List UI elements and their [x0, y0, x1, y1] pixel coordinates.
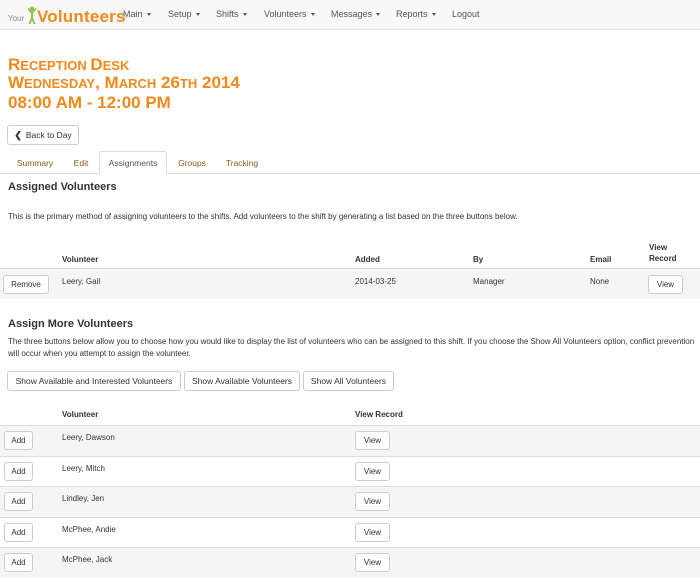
nav-messages[interactable]: Messages: [331, 9, 381, 19]
nav-setup[interactable]: Setup: [168, 9, 200, 19]
date-year: 2014: [197, 73, 240, 92]
table-row: Remove Leery, Gail 2014-03-25 Manager No…: [0, 269, 700, 299]
volunteer-name: Lindley, Jen: [62, 494, 105, 503]
add-button[interactable]: Add: [4, 431, 33, 450]
assign-more-heading: Assign More Volunteers: [8, 318, 134, 330]
volunteer-name: Leery, Mitch: [62, 464, 105, 473]
brand-name: Volunteers: [37, 7, 126, 26]
add-button[interactable]: Add: [4, 462, 33, 481]
nav-reports-label: Reports: [396, 9, 428, 19]
chevron-down-icon: [431, 13, 436, 17]
nav-main[interactable]: Main: [123, 9, 151, 19]
view-record-button[interactable]: View: [355, 492, 390, 511]
volunteer-name: Leery, Dawson: [62, 433, 115, 442]
view-record-button[interactable]: View: [355, 431, 390, 450]
chevron-down-icon: [195, 13, 200, 17]
view-record-button[interactable]: View: [355, 523, 390, 542]
page-title: RECEPTION DESK: [8, 55, 129, 75]
assigned-volunteer-name: Leery, Gail: [62, 277, 101, 286]
nav-volunteers-label: Volunteers: [264, 9, 307, 19]
back-button-label: Back to Day: [25, 130, 72, 140]
remove-button[interactable]: Remove: [3, 275, 49, 294]
table-row: Add Leery, Mitch View: [0, 457, 700, 486]
tab-assignments[interactable]: Assignments: [99, 151, 167, 174]
chevron-left-icon: ❮: [14, 129, 22, 140]
chevron-down-icon: [376, 13, 381, 17]
back-to-day-button[interactable]: ❮ Back to Day: [7, 125, 79, 145]
nav-main-label: Main: [123, 9, 143, 19]
date-month-initial: M: [104, 73, 119, 92]
volunteer-name: McPhee, Andie: [62, 525, 116, 534]
date-suffix: TH: [179, 76, 198, 91]
column-header-volunteer: Volunteer: [62, 410, 99, 419]
title-rest: ECEPTION: [20, 58, 91, 73]
show-available-button[interactable]: Show Available Volunteers: [184, 371, 300, 391]
nav-messages-label: Messages: [331, 9, 373, 19]
chevron-down-icon: [242, 13, 247, 17]
top-navbar: Your Volunteers Main Setup Shifts Volunt…: [0, 0, 700, 30]
tab-summary[interactable]: Summary: [9, 151, 61, 174]
volunteer-figure-icon: [27, 6, 37, 24]
add-button[interactable]: Add: [4, 523, 33, 542]
tab-edit[interactable]: Edit: [63, 151, 99, 174]
add-button[interactable]: Add: [4, 492, 33, 511]
tab-groups[interactable]: Groups: [168, 151, 216, 174]
chevron-down-icon: [310, 13, 315, 17]
show-available-interested-button[interactable]: Show Available and Interested Volunteers: [7, 371, 181, 391]
table-row: Add McPhee, Jack View: [0, 548, 700, 578]
column-header-email: Email: [590, 255, 612, 264]
nav-reports[interactable]: Reports: [396, 9, 436, 19]
show-all-button[interactable]: Show All Volunteers: [303, 371, 394, 391]
assigned-description: This is the primary method of assigning …: [8, 212, 518, 221]
add-button[interactable]: Add: [4, 553, 33, 572]
assigned-volunteers-heading: Assigned Volunteers: [8, 181, 117, 193]
brand-logo[interactable]: Your Volunteers: [8, 6, 125, 26]
title2-rest: ESK: [102, 58, 130, 73]
column-header-view-record: View Record: [355, 410, 403, 419]
view-record-button[interactable]: View: [355, 462, 390, 481]
nav-volunteers[interactable]: Volunteers: [264, 9, 315, 19]
column-header-view: View Record: [649, 242, 677, 264]
tab-tracking[interactable]: Tracking: [217, 151, 267, 174]
column-header-view-line2: Record: [649, 254, 677, 263]
assigned-by: Manager: [473, 277, 505, 286]
title2-initial: D: [90, 55, 103, 74]
nav-setup-label: Setup: [168, 9, 192, 19]
table-row: Add McPhee, Andie View: [0, 518, 700, 547]
assigned-email: None: [590, 277, 610, 286]
column-header-by: By: [473, 255, 484, 264]
date-weekday-rest: EDNESDAY: [24, 76, 96, 91]
table-row: Add Lindley, Jen View: [0, 487, 700, 517]
column-header-view-line1: View: [649, 243, 668, 252]
chevron-down-icon: [146, 13, 151, 17]
date-month-rest: ARCH: [118, 76, 157, 91]
nav-shifts-label: Shifts: [216, 9, 239, 19]
column-header-volunteer: Volunteer: [62, 255, 99, 264]
view-record-button[interactable]: View: [648, 275, 683, 294]
nav-shifts[interactable]: Shifts: [216, 9, 247, 19]
nav-logout[interactable]: Logout: [452, 9, 480, 19]
date-day: 26: [156, 73, 180, 92]
column-header-added: Added: [355, 255, 380, 264]
title-initial: R: [8, 55, 21, 74]
shift-date: WEDNESDAY, MARCH 26TH 2014: [8, 73, 240, 93]
view-record-button[interactable]: View: [355, 553, 390, 572]
table-row: Add Leery, Dawson View: [0, 426, 700, 456]
assigned-added-date: 2014-03-25: [355, 277, 396, 286]
volunteer-name: McPhee, Jack: [62, 555, 113, 564]
date-comma: ,: [95, 73, 105, 92]
date-weekday-initial: W: [8, 73, 25, 92]
brand-prefix: Your: [8, 14, 25, 23]
shift-time: 08:00 AM - 12:00 PM: [8, 93, 171, 112]
assign-more-description: The three buttons below allow you to cho…: [8, 337, 695, 358]
